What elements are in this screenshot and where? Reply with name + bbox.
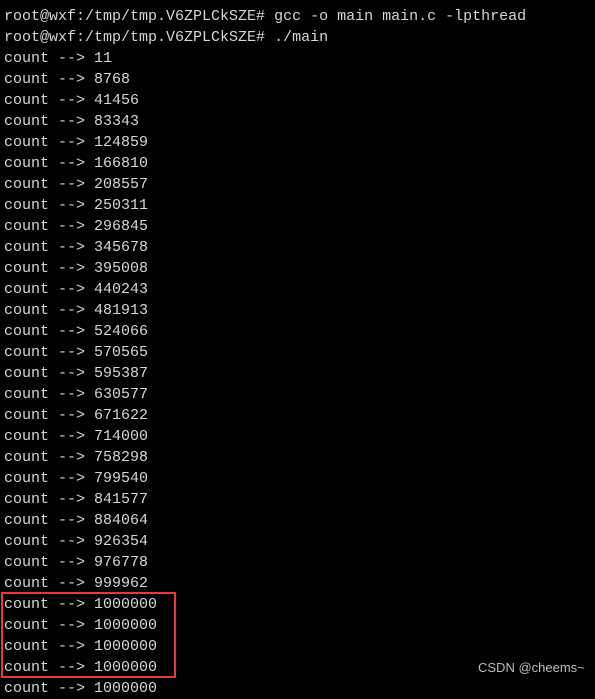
count-value: 8768	[94, 71, 131, 88]
output-line: count --> 11	[4, 48, 526, 69]
count-value: 166810	[94, 155, 149, 172]
output-prefix: count -->	[4, 533, 95, 550]
output-line: count --> 926354	[4, 531, 526, 552]
output-line: count --> 124859	[4, 132, 526, 153]
count-value: 671622	[94, 407, 149, 424]
output-line: count --> 83343	[4, 111, 526, 132]
count-value: 208557	[94, 176, 149, 193]
output-prefix: count -->	[4, 491, 95, 508]
output-prefix: count -->	[4, 134, 95, 151]
command-line: root@wxf:/tmp/tmp.V6ZPLCkSZE# gcc -o mai…	[4, 6, 526, 27]
count-value: 395008	[94, 260, 149, 277]
count-value: 884064	[94, 512, 149, 529]
output-line: count --> 976778	[4, 552, 526, 573]
output-prefix: count -->	[4, 512, 95, 529]
count-value: 926354	[94, 533, 149, 550]
output-prefix: count -->	[4, 365, 95, 382]
output-prefix: count -->	[4, 92, 95, 109]
count-value: 758298	[94, 449, 149, 466]
output-prefix: count -->	[4, 344, 95, 361]
output-prefix: count -->	[4, 449, 95, 466]
output-prefix: count -->	[4, 71, 95, 88]
output-line: count --> 999962	[4, 573, 526, 594]
count-value: 345678	[94, 239, 149, 256]
count-value: 1000000	[94, 680, 158, 697]
output-line: count --> 345678	[4, 237, 526, 258]
count-value: 250311	[94, 197, 149, 214]
output-line: count --> 841577	[4, 489, 526, 510]
command-line: root@wxf:/tmp/tmp.V6ZPLCkSZE# ./main	[4, 27, 526, 48]
output-line: count --> 41456	[4, 90, 526, 111]
output-line: count --> 1000000	[4, 678, 526, 699]
prompt: root@wxf:/tmp/tmp.V6ZPLCkSZE#	[4, 29, 266, 46]
count-value: 595387	[94, 365, 149, 382]
count-value: 714000	[94, 428, 149, 445]
output-line: count --> 8768	[4, 69, 526, 90]
output-prefix: count -->	[4, 470, 95, 487]
output-prefix: count -->	[4, 113, 95, 130]
count-value: 11	[94, 50, 113, 67]
highlight-box	[1, 592, 176, 678]
output-prefix: count -->	[4, 260, 95, 277]
count-value: 570565	[94, 344, 149, 361]
count-value: 83343	[94, 113, 140, 130]
output-prefix: count -->	[4, 407, 95, 424]
count-value: 481913	[94, 302, 149, 319]
output-prefix: count -->	[4, 176, 95, 193]
output-line: count --> 758298	[4, 447, 526, 468]
count-value: 524066	[94, 323, 149, 340]
output-prefix: count -->	[4, 554, 95, 571]
output-line: count --> 296845	[4, 216, 526, 237]
output-prefix: count -->	[4, 239, 95, 256]
count-value: 440243	[94, 281, 149, 298]
command-text: ./main	[274, 29, 329, 46]
output-line: count --> 395008	[4, 258, 526, 279]
output-line: count --> 166810	[4, 153, 526, 174]
count-value: 799540	[94, 470, 149, 487]
output-line: count --> 250311	[4, 195, 526, 216]
output-prefix: count -->	[4, 302, 95, 319]
watermark: CSDN @cheems~	[478, 660, 585, 675]
output-prefix: count -->	[4, 428, 95, 445]
output-prefix: count -->	[4, 50, 95, 67]
output-line: count --> 799540	[4, 468, 526, 489]
count-value: 976778	[94, 554, 149, 571]
output-prefix: count -->	[4, 323, 95, 340]
output-prefix: count -->	[4, 281, 95, 298]
command-text: gcc -o main main.c -lpthread	[274, 8, 527, 25]
output-prefix: count -->	[4, 386, 95, 403]
count-value: 841577	[94, 491, 149, 508]
count-value: 296845	[94, 218, 149, 235]
count-value: 41456	[94, 92, 140, 109]
output-line: count --> 671622	[4, 405, 526, 426]
count-value: 124859	[94, 134, 149, 151]
output-line: count --> 595387	[4, 363, 526, 384]
output-line: count --> 440243	[4, 279, 526, 300]
output-prefix: count -->	[4, 575, 95, 592]
output-prefix: count -->	[4, 197, 95, 214]
count-value: 630577	[94, 386, 149, 403]
output-line: count --> 524066	[4, 321, 526, 342]
output-prefix: count -->	[4, 218, 95, 235]
output-line: count --> 481913	[4, 300, 526, 321]
output-prefix: count -->	[4, 680, 95, 697]
count-value: 999962	[94, 575, 149, 592]
prompt: root@wxf:/tmp/tmp.V6ZPLCkSZE#	[4, 8, 266, 25]
output-line: count --> 208557	[4, 174, 526, 195]
output-line: count --> 630577	[4, 384, 526, 405]
output-prefix: count -->	[4, 155, 95, 172]
output-line: count --> 884064	[4, 510, 526, 531]
output-line: count --> 570565	[4, 342, 526, 363]
output-line: count --> 714000	[4, 426, 526, 447]
